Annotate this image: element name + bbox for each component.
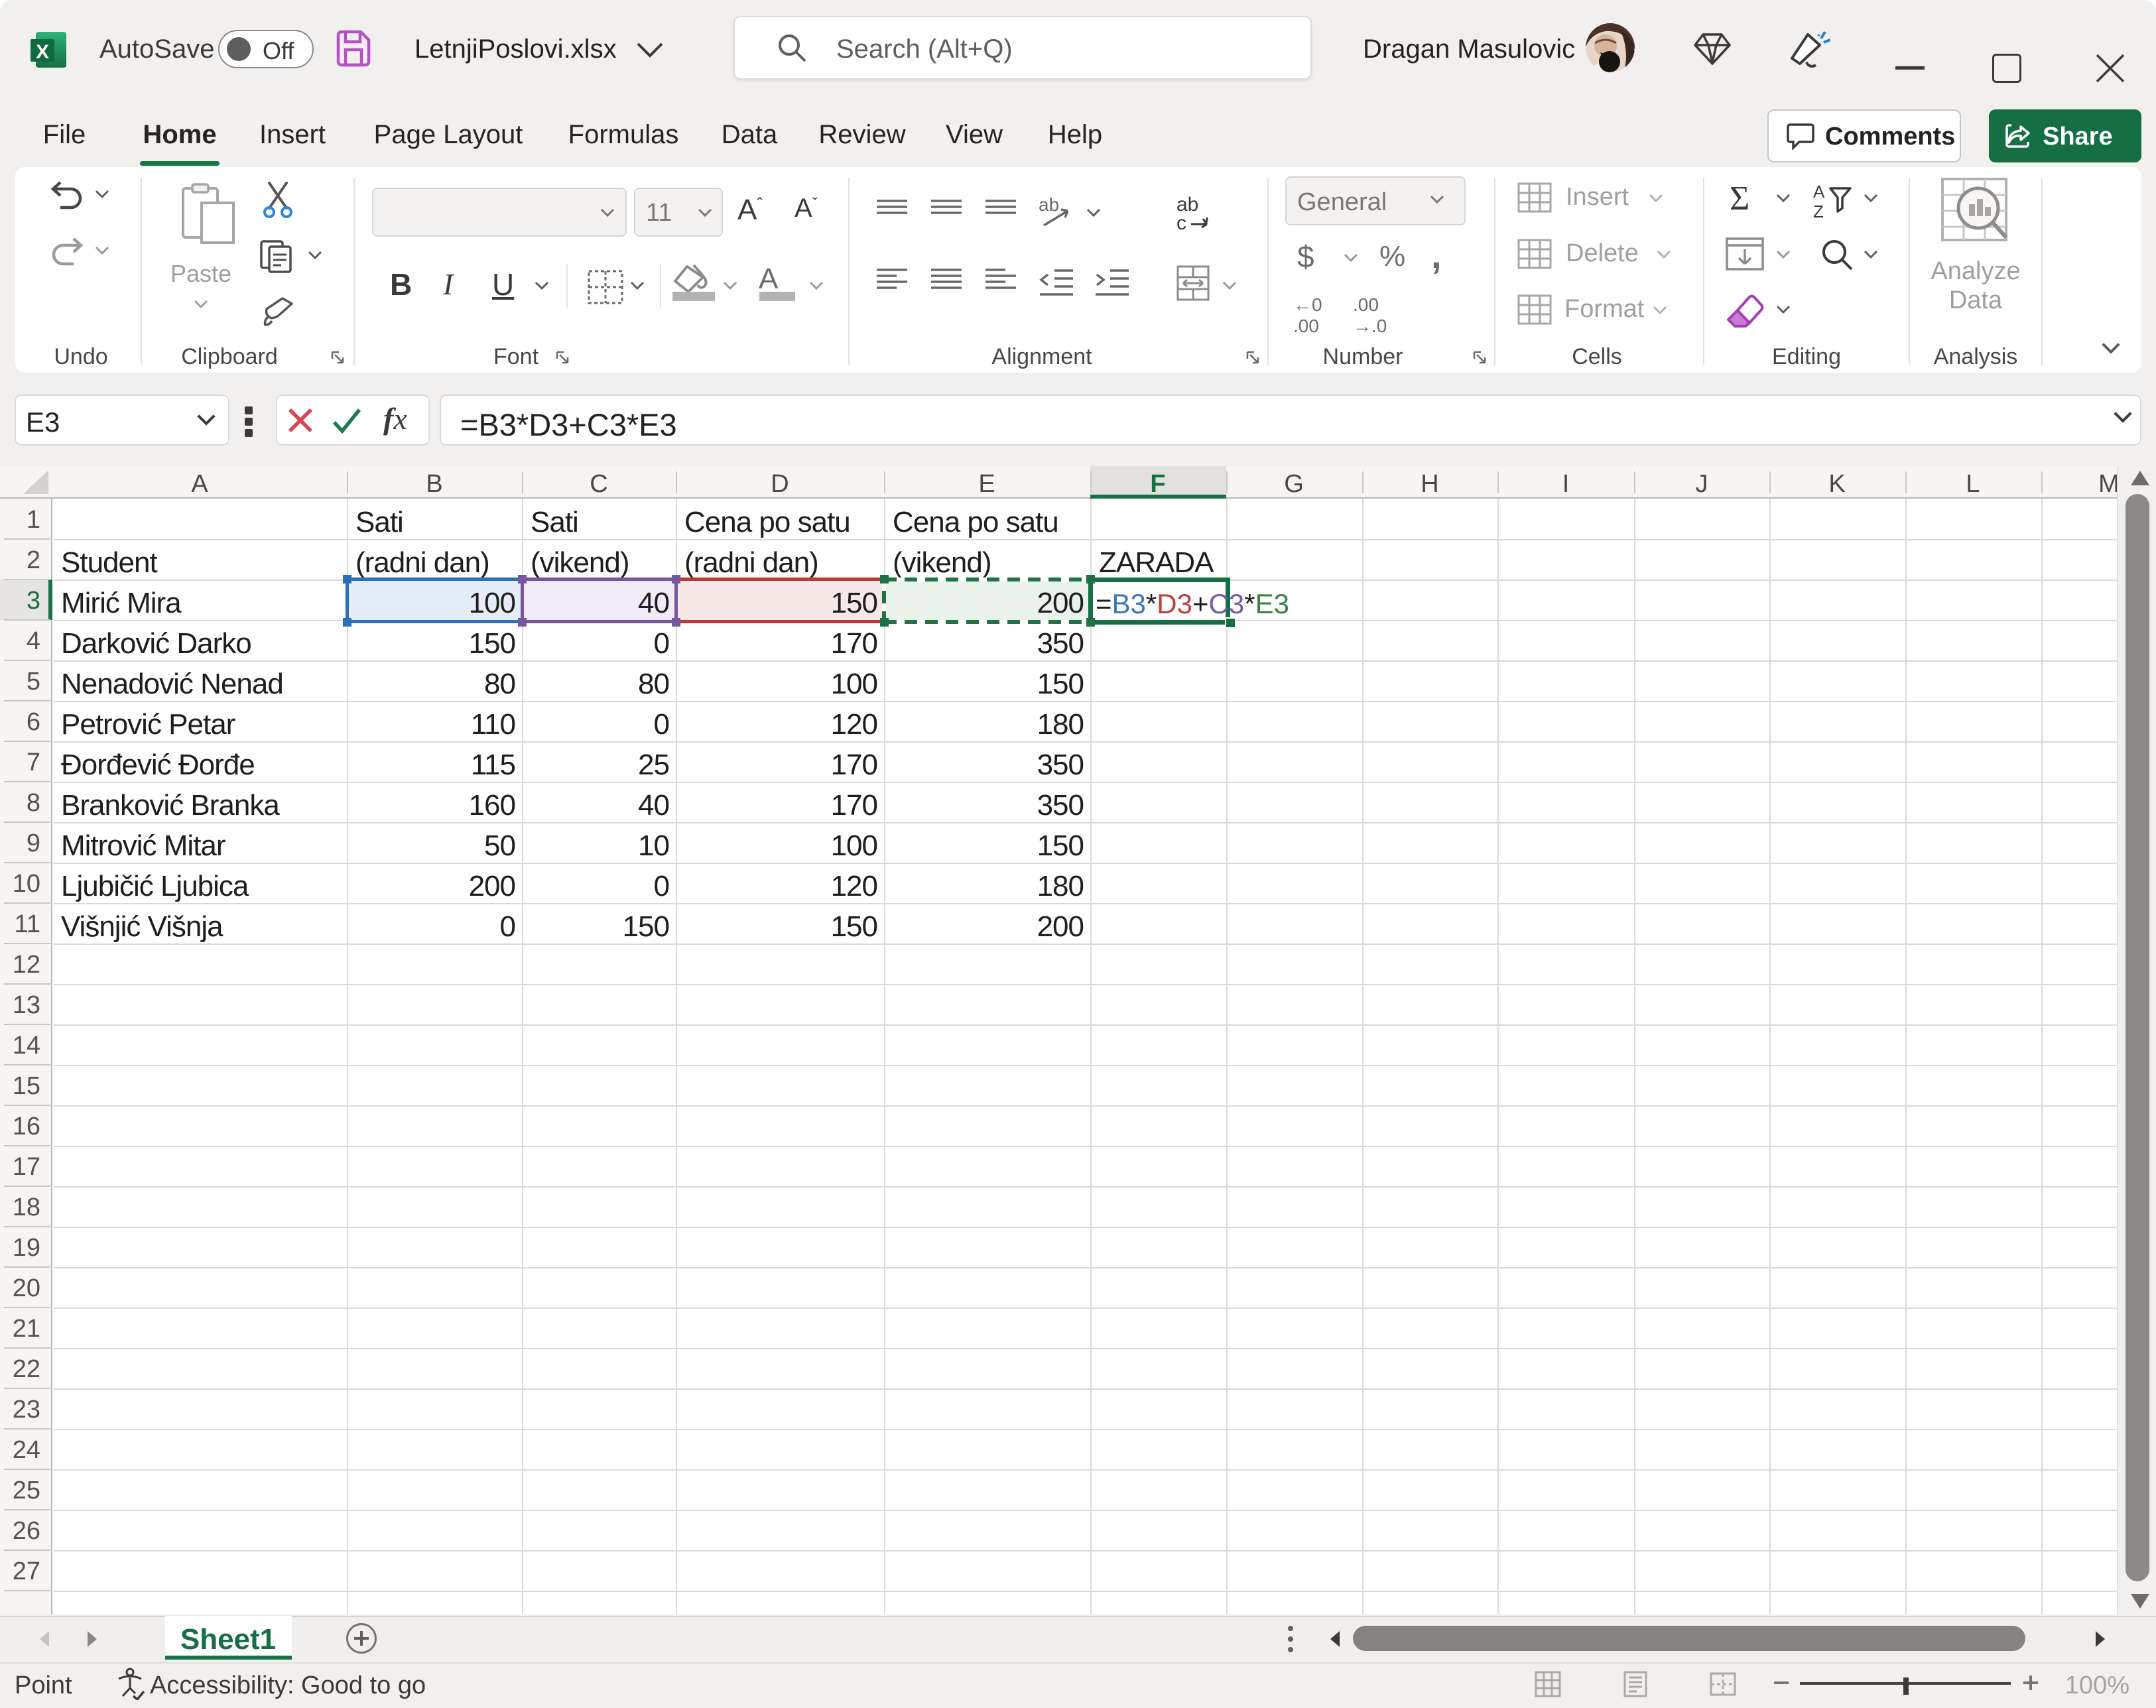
svg-text:ab: ab	[1039, 196, 1059, 215]
svg-text:c: c	[1176, 212, 1186, 232]
svg-text:X: X	[36, 41, 49, 63]
svg-text:Z: Z	[1813, 202, 1824, 220]
svg-text:A: A	[1813, 183, 1825, 202]
